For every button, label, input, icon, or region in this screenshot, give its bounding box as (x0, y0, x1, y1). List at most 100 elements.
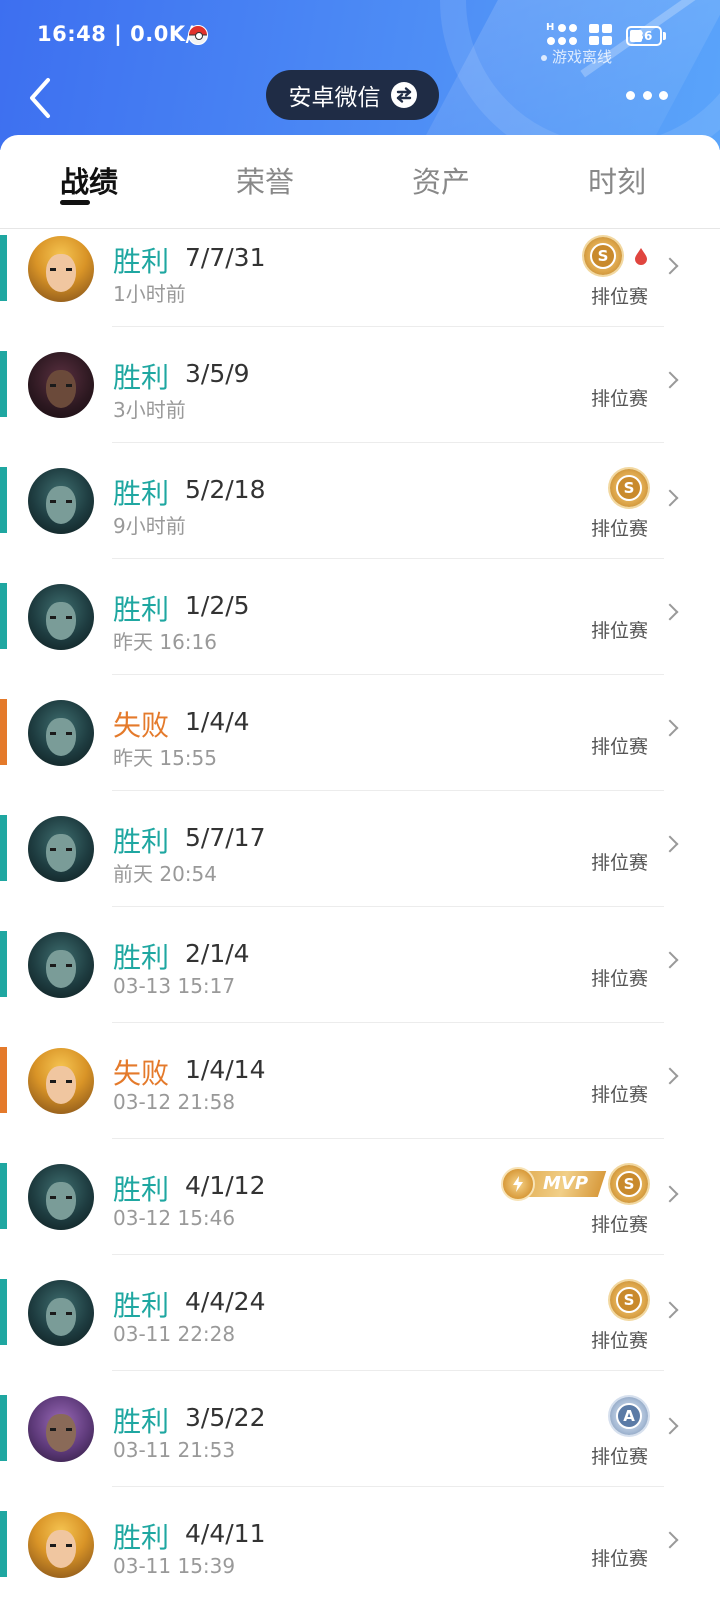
match-mode: 排位赛 (590, 852, 648, 874)
result-indicator-bar (0, 1395, 7, 1461)
hero-avatar (28, 1048, 94, 1114)
account-name: 安卓微信 (288, 85, 381, 111)
row-divider (112, 1022, 664, 1023)
signal-type-label: H (546, 22, 555, 33)
match-kda: 3/5/9 (185, 359, 250, 388)
s-medal-letter: S (590, 243, 616, 269)
match-time: 9小时前 (113, 514, 186, 538)
row-divider (112, 1486, 664, 1487)
match-row[interactable]: 胜利 3/5/9 3小时前 排位赛 (0, 346, 720, 462)
first-blood-icon (634, 247, 648, 265)
header: 16:48 | 0.0K/s H 36 游戏离线 安卓微信 (0, 0, 720, 150)
chevron-right-icon (661, 951, 679, 969)
chevron-right-icon (661, 1301, 679, 1319)
match-mode: 排位赛 (590, 1548, 648, 1570)
chevron-left-icon (30, 78, 50, 118)
result-indicator-bar (0, 699, 7, 765)
a-medal-letter: A (616, 1403, 642, 1429)
match-time: 03-11 22:28 (113, 1322, 236, 1346)
match-row[interactable]: 胜利 7/7/31 1小时前 S 排位赛 (0, 230, 720, 346)
network-icon (589, 24, 613, 46)
chevron-right-icon (661, 1185, 679, 1203)
match-result: 胜利 (113, 361, 170, 394)
result-indicator-bar (0, 583, 7, 649)
match-kda: 5/2/18 (185, 475, 266, 504)
row-divider (112, 1138, 664, 1139)
tab-assets[interactable]: 资产 (381, 159, 501, 201)
match-badges: S (610, 1280, 648, 1320)
dot (642, 90, 652, 100)
match-kda: 4/4/11 (185, 1519, 266, 1548)
hero-avatar (28, 1396, 94, 1462)
result-indicator-bar (0, 467, 7, 533)
row-divider (112, 442, 664, 443)
match-row[interactable]: 胜利 2/1/4 03-13 15:17 排位赛 (0, 926, 720, 1042)
match-row[interactable]: 胜利 5/2/18 9小时前 S 排位赛 (0, 462, 720, 578)
chevron-right-icon (661, 1067, 679, 1085)
hero-avatar (28, 1164, 94, 1230)
game-status: 游戏离线 (541, 46, 612, 67)
hero-avatar (28, 236, 94, 302)
row-divider (112, 674, 664, 675)
match-row[interactable]: 失败 1/4/4 昨天 15:55 排位赛 (0, 694, 720, 810)
hero-avatar (28, 1512, 94, 1578)
match-row[interactable]: 胜利 3/5/22 03-11 21:53 A 排位赛 (0, 1390, 720, 1506)
match-badges: MVP S (500, 1164, 648, 1204)
s-medal-icon: S (610, 1281, 648, 1319)
match-result: 失败 (113, 709, 170, 742)
match-kda: 1/4/4 (185, 707, 250, 736)
chevron-right-icon (661, 1417, 679, 1435)
match-badges: S (610, 468, 648, 508)
match-row[interactable]: 胜利 1/2/5 昨天 16:16 排位赛 (0, 578, 720, 694)
hero-avatar (28, 1280, 94, 1346)
match-kda: 5/7/17 (185, 823, 266, 852)
chevron-right-icon (661, 257, 679, 275)
match-row[interactable]: 失败 1/4/14 03-12 21:58 排位赛 (0, 1042, 720, 1158)
s-medal-letter: S (616, 475, 642, 501)
more-button[interactable] (626, 88, 668, 102)
match-result: 胜利 (113, 593, 170, 626)
result-indicator-bar (0, 235, 7, 301)
row-divider (112, 1370, 664, 1371)
status-time: 16:48 | 0.0K/s (37, 22, 207, 46)
result-indicator-bar (0, 1047, 7, 1113)
game-status-text: 游戏离线 (552, 48, 613, 66)
chevron-right-icon (661, 603, 679, 621)
tab-record[interactable]: 战绩 (29, 159, 149, 201)
match-mode: 排位赛 (590, 1446, 648, 1468)
s-medal-letter: S (616, 1287, 642, 1313)
battery-percent: 36 (635, 29, 653, 43)
back-button[interactable] (22, 74, 62, 122)
row-divider (112, 326, 664, 327)
s-medal-icon: S (610, 1165, 648, 1203)
tab-honor[interactable]: 荣誉 (205, 159, 325, 201)
match-time: 昨天 16:16 (113, 630, 217, 654)
match-mode: 排位赛 (590, 968, 648, 990)
match-kda: 3/5/22 (185, 1403, 266, 1432)
active-tab-indicator (60, 200, 90, 205)
match-result: 胜利 (113, 1521, 170, 1554)
match-time: 昨天 15:55 (113, 746, 217, 770)
account-switch-button[interactable]: 安卓微信 (266, 70, 439, 120)
match-kda: 4/4/24 (185, 1287, 266, 1316)
match-row[interactable]: 胜利 4/4/11 03-11 15:39 排位赛 (0, 1506, 720, 1600)
match-mode: 排位赛 (590, 286, 648, 308)
match-mode: 排位赛 (590, 736, 648, 758)
dot (659, 90, 668, 100)
match-mode: 排位赛 (590, 388, 648, 410)
match-kda: 4/1/12 (185, 1171, 266, 1200)
match-row[interactable]: 胜利 4/1/12 03-12 15:46 MVP S 排位赛 (0, 1158, 720, 1274)
match-badges: A (610, 1396, 648, 1436)
match-mode: 排位赛 (590, 1084, 648, 1106)
row-divider (112, 906, 664, 907)
tab-moments[interactable]: 时刻 (557, 159, 677, 201)
chevron-right-icon (661, 489, 679, 507)
match-result: 胜利 (113, 1289, 170, 1322)
hero-avatar (28, 700, 94, 766)
match-time: 3小时前 (113, 398, 186, 422)
match-row[interactable]: 胜利 5/7/17 前天 20:54 排位赛 (0, 810, 720, 926)
hero-avatar (28, 932, 94, 998)
match-result: 失败 (113, 1057, 170, 1090)
tab-bar: 战绩 荣誉 资产 时刻 (0, 135, 720, 229)
match-row[interactable]: 胜利 4/4/24 03-11 22:28 S 排位赛 (0, 1274, 720, 1390)
